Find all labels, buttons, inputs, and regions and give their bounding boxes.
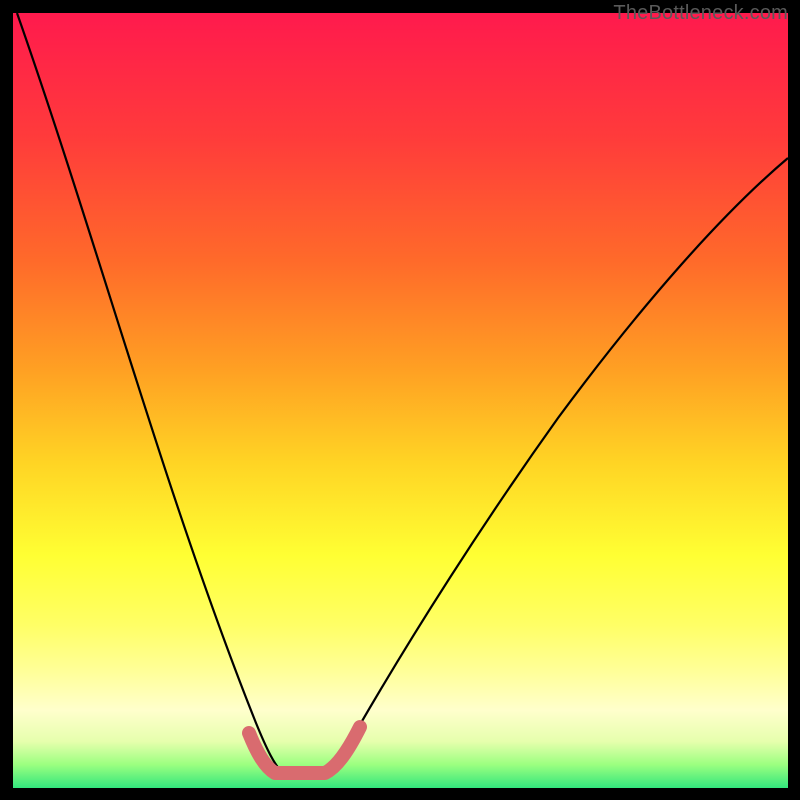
optimal-marker [249,727,360,773]
bottleneck-curve [17,13,788,773]
curve-layer [13,13,788,788]
watermark-text: TheBottleneck.com [613,2,788,25]
chart-stage: TheBottleneck.com [0,0,800,800]
plot-area [13,13,788,788]
